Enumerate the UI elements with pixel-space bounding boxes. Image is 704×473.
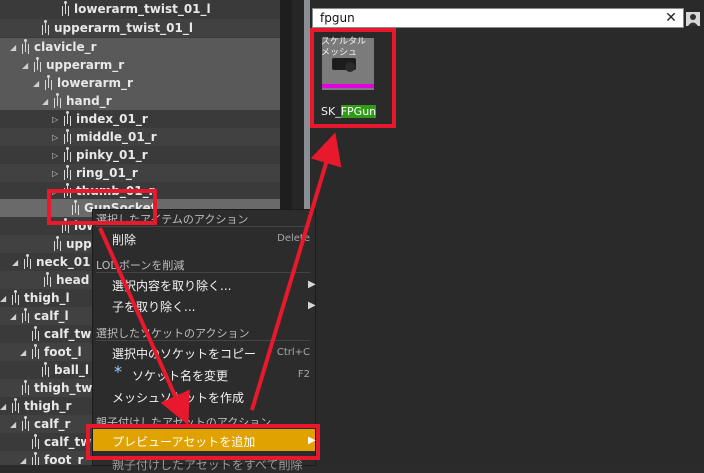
annotation-arrows [98,132,342,426]
